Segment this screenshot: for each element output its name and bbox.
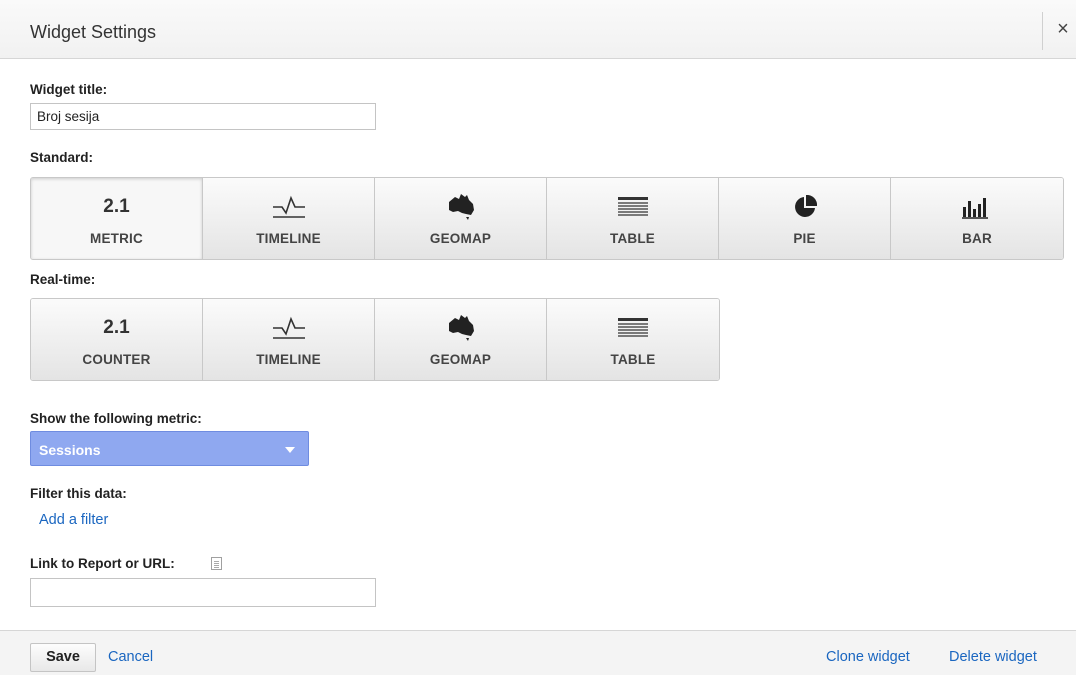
table-icon: [617, 194, 649, 220]
link-url-input[interactable]: [30, 578, 376, 607]
australia-map-icon: [446, 315, 476, 341]
table-icon: [617, 315, 649, 341]
link-report-label: Link to Report or URL:: [30, 556, 175, 571]
filter-label: Filter this data:: [30, 486, 127, 501]
widget-title-label: Widget title:: [30, 82, 108, 97]
standard-visualization-group: 2.1 METRIC TIMELINE GEOMAP TABLE PIE BAR: [30, 177, 1064, 260]
realtime-table-label: TABLE: [610, 352, 656, 367]
standard-table-button[interactable]: TABLE: [547, 178, 719, 259]
standard-timeline-label: TIMELINE: [256, 231, 321, 246]
timeline-icon: [272, 315, 306, 341]
timeline-icon: [272, 194, 306, 220]
chevron-down-icon: [285, 447, 295, 453]
standard-metric-label: METRIC: [90, 231, 143, 246]
realtime-timeline-button[interactable]: TIMELINE: [203, 299, 375, 380]
realtime-counter-button[interactable]: 2.1 COUNTER: [31, 299, 203, 380]
metric-select[interactable]: Sessions: [30, 431, 309, 466]
standard-pie-label: PIE: [793, 231, 816, 246]
realtime-counter-label: COUNTER: [82, 352, 151, 367]
dialog-header: Widget Settings ×: [0, 0, 1076, 59]
metric-value: 2.1: [103, 196, 130, 217]
pie-icon: [793, 194, 817, 220]
realtime-timeline-label: TIMELINE: [256, 352, 321, 367]
standard-geomap-label: GEOMAP: [429, 231, 492, 246]
standard-table-label: TABLE: [610, 231, 655, 246]
standard-pie-button[interactable]: PIE: [719, 178, 891, 259]
close-icon[interactable]: ×: [1053, 17, 1073, 41]
delete-widget-link[interactable]: Delete widget: [949, 649, 1037, 665]
realtime-geomap-label: GEOMAP: [429, 352, 492, 367]
standard-bar-label: BAR: [962, 231, 992, 246]
standard-geomap-button[interactable]: GEOMAP: [375, 178, 547, 259]
realtime-label: Real-time:: [30, 272, 96, 287]
clone-widget-link[interactable]: Clone widget: [826, 649, 910, 665]
dialog-title: Widget Settings: [30, 22, 157, 42]
australia-map-icon: [446, 194, 476, 220]
bar-chart-icon: [961, 194, 993, 220]
save-button[interactable]: Save: [30, 643, 96, 672]
document-icon[interactable]: [211, 557, 222, 570]
close-divider: [1042, 12, 1043, 50]
dialog-footer: Save Cancel Clone widget Delete widget: [0, 630, 1076, 675]
cancel-link[interactable]: Cancel: [108, 649, 153, 665]
standard-metric-button[interactable]: 2.1 METRIC: [31, 178, 203, 259]
add-filter-link[interactable]: Add a filter: [39, 512, 108, 528]
metric-label: Show the following metric:: [30, 411, 202, 426]
standard-label: Standard:: [30, 150, 94, 165]
standard-bar-button[interactable]: BAR: [891, 178, 1063, 259]
realtime-table-button[interactable]: TABLE: [547, 299, 719, 380]
metric-selected-value: Sessions: [39, 442, 101, 458]
widget-title-input[interactable]: [30, 103, 376, 130]
realtime-visualization-group: 2.1 COUNTER TIMELINE GEOMAP TABLE: [30, 298, 720, 381]
counter-value: 2.1: [103, 317, 130, 338]
standard-timeline-button[interactable]: TIMELINE: [203, 178, 375, 259]
realtime-geomap-button[interactable]: GEOMAP: [375, 299, 547, 380]
